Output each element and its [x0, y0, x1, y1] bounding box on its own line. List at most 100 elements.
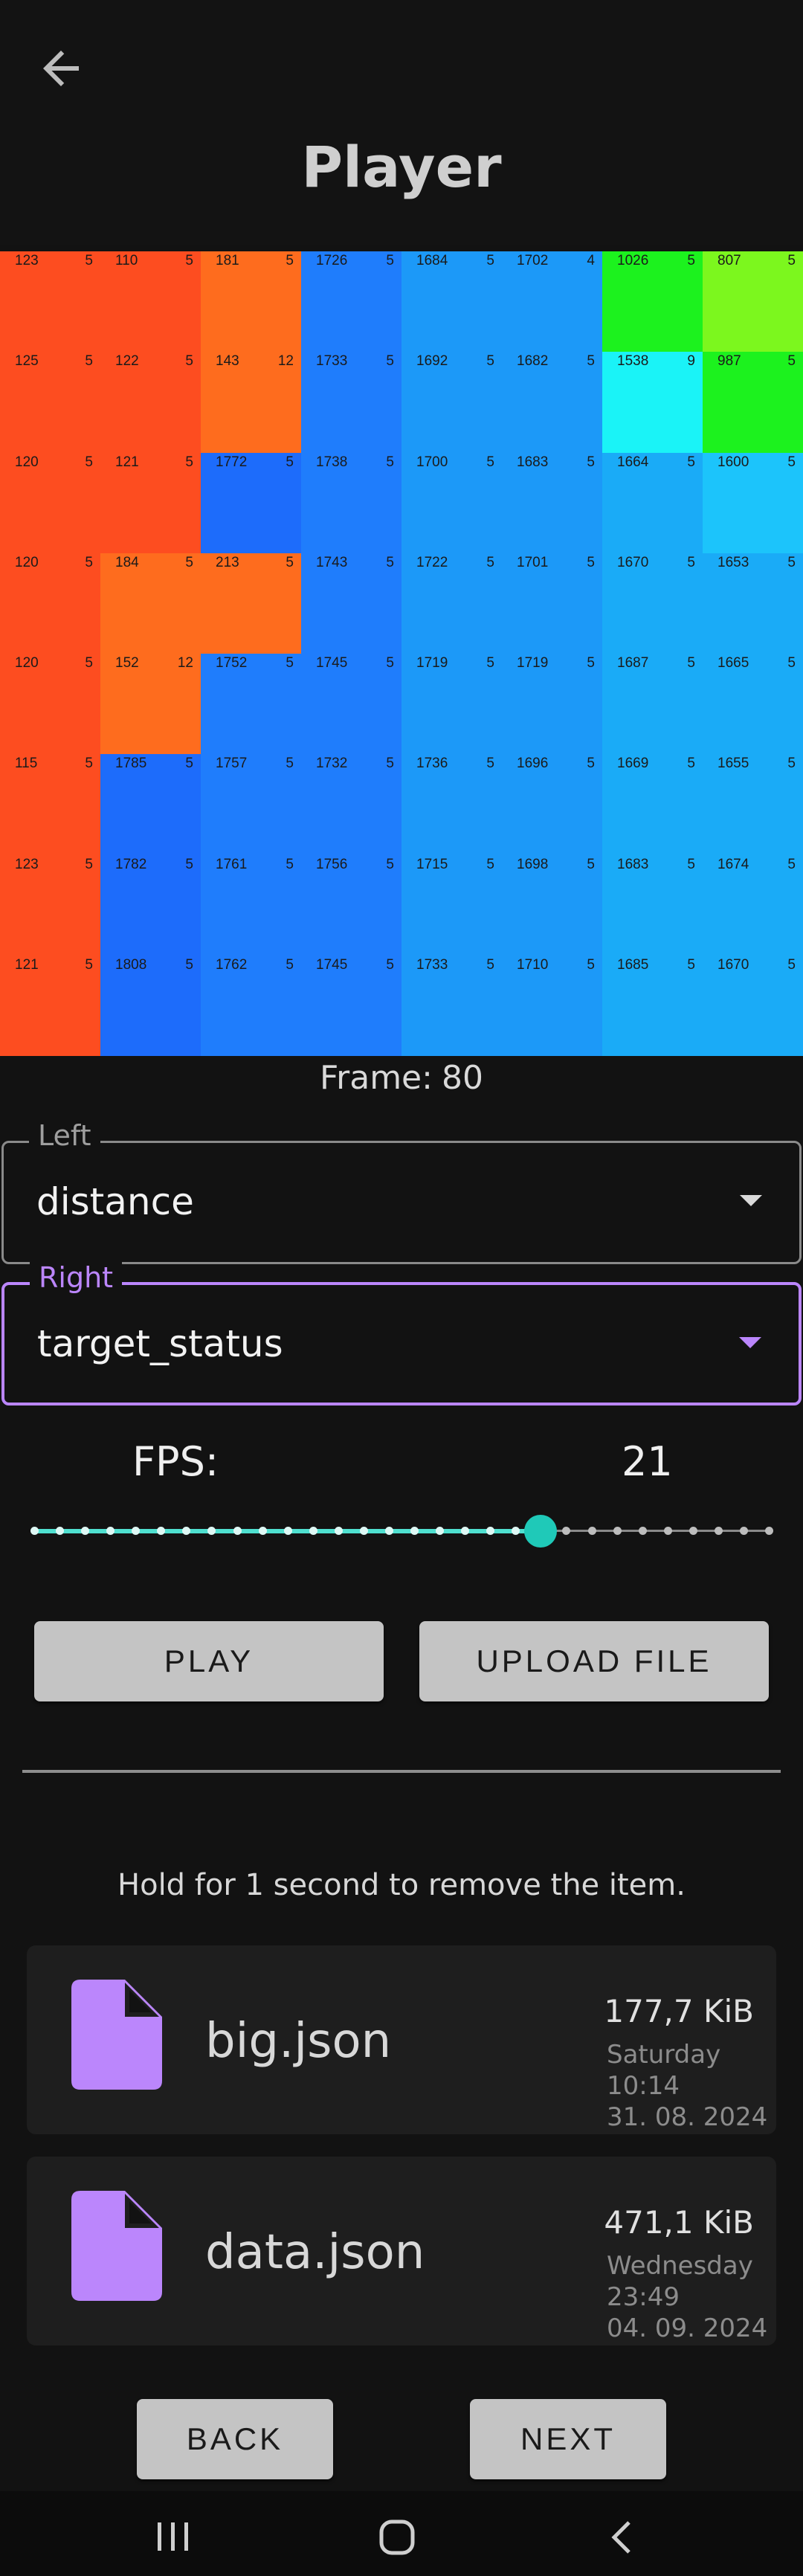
cell-value: 120	[15, 554, 39, 570]
cell-status: 5	[386, 454, 394, 470]
frame-indicator: Frame: 80	[0, 1059, 803, 1097]
cell-status: 5	[185, 253, 193, 268]
heatmap-cell: 184 5	[100, 553, 201, 654]
cell-status: 5	[587, 756, 595, 772]
home-icon[interactable]	[378, 2518, 416, 2557]
cell-status: 5	[787, 756, 796, 772]
cell-status: 5	[85, 554, 93, 570]
cell-status: 5	[486, 554, 494, 570]
cell-value: 1710	[517, 956, 549, 973]
back-button[interactable]: BACK	[137, 2399, 333, 2479]
cell-value: 1685	[617, 956, 649, 973]
slider-tick	[81, 1527, 90, 1535]
cell-status: 5	[85, 454, 93, 470]
heatmap-cell: 1696 5	[502, 754, 602, 855]
slider-tick	[613, 1527, 622, 1535]
heatmap-cell: 1736 5	[402, 754, 502, 855]
cell-status: 5	[486, 756, 494, 772]
system-nav-bar	[0, 2491, 803, 2576]
cell-value: 1600	[717, 454, 749, 470]
file-item[interactable]: big.json 177,7 KiB Saturday 10:14 31. 08…	[27, 1945, 776, 2134]
cell-value: 1670	[717, 956, 749, 973]
cell-value: 1653	[717, 554, 749, 570]
slider-tick	[56, 1527, 65, 1535]
fps-slider[interactable]	[30, 1515, 773, 1548]
cell-status: 5	[185, 856, 193, 872]
heatmap-cell: 123 5	[0, 251, 100, 352]
file-item[interactable]: data.json 471,1 KiB Wednesday 23:49 04. …	[27, 2157, 776, 2345]
slider-tick	[587, 1527, 596, 1535]
cell-status: 5	[587, 454, 595, 470]
recent-apps-icon[interactable]	[153, 2518, 193, 2554]
cell-status: 5	[486, 253, 494, 268]
app-bar: Player	[0, 0, 803, 245]
cell-value: 1687	[617, 655, 649, 671]
heatmap-cell: 1665 5	[703, 654, 803, 755]
arrow-left-icon[interactable]	[34, 42, 88, 95]
heatmap-cell: 181 5	[201, 251, 301, 352]
cell-status: 5	[386, 353, 394, 370]
heatmap-cell: 1733 5	[301, 352, 402, 453]
cell-value: 1682	[517, 353, 549, 370]
cell-status: 5	[687, 655, 695, 671]
next-button[interactable]: NEXT	[470, 2399, 666, 2479]
cell-status: 5	[386, 655, 394, 671]
cell-value: 1719	[416, 655, 448, 671]
heatmap-cell: 1772 5	[201, 452, 301, 553]
fps-value: 21	[622, 1438, 673, 1485]
cell-status: 5	[185, 956, 193, 973]
left-select-legend: Left	[29, 1119, 100, 1152]
file-size: 177,7 KiB	[604, 1993, 754, 2029]
cell-value: 1702	[517, 253, 549, 268]
file-name: data.json	[205, 2225, 425, 2280]
slider-tick	[309, 1527, 317, 1535]
heatmap-cell: 115 5	[0, 754, 100, 855]
file-date: 04. 09. 2024	[607, 2313, 768, 2343]
slider-thumb[interactable]	[524, 1515, 558, 1548]
cell-status: 5	[486, 856, 494, 872]
heatmap-cell: 1738 5	[301, 452, 402, 553]
cell-value: 123	[15, 856, 39, 872]
back-nav-icon[interactable]	[607, 2518, 636, 2557]
dropdown-caret-icon	[739, 1337, 761, 1348]
heatmap-cell: 987 5	[703, 352, 803, 453]
cell-status: 5	[787, 554, 796, 570]
right-select[interactable]: Right target_status	[1, 1261, 802, 1405]
cell-status: 5	[386, 956, 394, 973]
cell-status: 5	[85, 353, 93, 370]
file-modified: Wednesday 23:49 04. 09. 2024	[607, 2250, 767, 2344]
play-button[interactable]: PLAY	[34, 1621, 384, 1701]
cell-status: 5	[185, 353, 193, 370]
cell-value: 1743	[316, 554, 348, 570]
heatmap-cell: 1752 5	[201, 654, 301, 755]
slider-tick	[688, 1527, 697, 1535]
heatmap-cell: 1687 5	[602, 654, 703, 755]
heatmap-cell: 1670 5	[602, 553, 703, 654]
cell-value: 1683	[517, 454, 549, 470]
heatmap-cell: 1733 5	[402, 955, 502, 1056]
cell-value: 184	[115, 554, 139, 570]
cell-status: 5	[687, 554, 695, 570]
cell-value: 122	[115, 353, 139, 370]
cell-status: 5	[486, 956, 494, 973]
cell-value: 1745	[316, 655, 348, 671]
heatmap-cell: 125 5	[0, 352, 100, 453]
cell-value: 143	[216, 353, 239, 370]
upload-file-button[interactable]: UPLOAD FILE	[419, 1621, 769, 1701]
cell-value: 1752	[216, 655, 248, 671]
cell-value: 1738	[316, 454, 348, 470]
heatmap-cell: 1692 5	[402, 352, 502, 453]
cell-value: 181	[216, 253, 239, 268]
cell-value: 121	[115, 454, 139, 470]
left-select[interactable]: Left distance	[1, 1119, 802, 1264]
frame-value: 80	[441, 1059, 483, 1097]
slider-track-inactive	[541, 1530, 769, 1532]
cell-status: 5	[85, 856, 93, 872]
cell-value: 1733	[416, 956, 448, 973]
cell-value: 1808	[115, 956, 147, 973]
slider-tick	[562, 1527, 571, 1535]
cell-value: 1538	[617, 353, 649, 370]
heatmap-cell: 1669 5	[602, 754, 703, 855]
cell-status: 5	[486, 454, 494, 470]
slider-tick	[663, 1527, 672, 1535]
